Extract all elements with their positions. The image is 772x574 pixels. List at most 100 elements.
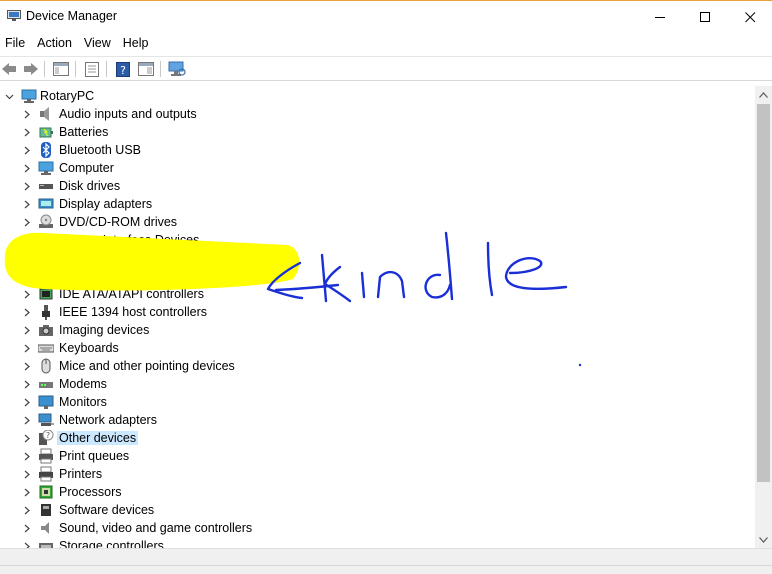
chevron-right-icon	[24, 344, 30, 352]
chevron-right-icon	[24, 398, 30, 406]
expand-button[interactable]	[22, 361, 32, 371]
expand-button[interactable]	[22, 505, 32, 515]
bluetooth-icon	[41, 142, 51, 158]
device-category[interactable]: Mice and other pointing devices	[0, 357, 755, 375]
scroll-down-button[interactable]	[755, 531, 772, 548]
expand-button[interactable]	[22, 145, 32, 155]
expand-button[interactable]	[22, 109, 32, 119]
sound-controller-icon	[41, 522, 49, 534]
expand-button[interactable]	[22, 523, 32, 533]
horizontal-scrollbar[interactable]	[0, 548, 772, 565]
expand-button[interactable]	[22, 343, 32, 353]
export-list-button[interactable]	[137, 60, 155, 78]
expand-button[interactable]	[22, 397, 32, 407]
vertical-scroll-thumb[interactable]	[757, 104, 770, 482]
device-category[interactable]: Print queues	[0, 447, 755, 465]
expand-button[interactable]	[22, 487, 32, 497]
device-manager-window: Device Manager File Action View Help ? R…	[0, 0, 772, 574]
vertical-scrollbar[interactable]	[755, 86, 772, 548]
device-category[interactable]: Sound, video and game controllers	[0, 519, 755, 537]
menu-view[interactable]: View	[78, 33, 117, 55]
device-category-label: Processors	[59, 485, 122, 499]
expand-button[interactable]	[22, 289, 32, 299]
device-category[interactable]: Monitors	[0, 393, 755, 411]
device-category[interactable]: Processors	[0, 483, 755, 501]
title-bar[interactable]: Device Manager	[0, 1, 772, 33]
print-queue-icon	[39, 448, 53, 464]
menu-action[interactable]: Action	[31, 33, 78, 55]
device-category[interactable]: IDE ATA/ATAPI controllers	[0, 285, 755, 303]
expand-button[interactable]	[22, 127, 32, 137]
expand-button[interactable]	[22, 379, 32, 389]
expand-button[interactable]	[22, 163, 32, 173]
expand-button[interactable]	[22, 469, 32, 479]
expand-button[interactable]	[22, 181, 32, 191]
expand-button[interactable]	[22, 541, 32, 548]
device-category-label: Monitors	[59, 395, 107, 409]
device-category[interactable]: Bluetooth USB	[0, 141, 755, 159]
device-category[interactable]: Keyboards	[0, 339, 755, 357]
device-category-label: Software devices	[59, 503, 155, 517]
device-category[interactable]: Disk drives	[0, 177, 755, 195]
expand-button[interactable]	[22, 433, 32, 443]
device-category[interactable]: Batteries	[0, 123, 755, 141]
unknown-device-icon: ?	[39, 430, 54, 445]
chevron-right-icon	[24, 182, 30, 190]
scan-hardware-button[interactable]	[168, 60, 186, 78]
expand-button[interactable]	[22, 415, 32, 425]
device-category[interactable]: IEEE 1394 host controllers	[0, 303, 755, 321]
device-category-label: Disk drives	[59, 179, 121, 193]
close-button[interactable]	[727, 1, 772, 33]
device-category[interactable]: ? Other devices	[0, 429, 755, 447]
properties-button[interactable]	[83, 60, 101, 78]
device-category-label: Display adapters	[59, 197, 153, 211]
device-category[interactable]: Storage controllers	[0, 537, 755, 548]
device-category-label: Keyboards	[59, 341, 119, 355]
device-category[interactable]: Software devices	[0, 501, 755, 519]
expand-button[interactable]	[22, 325, 32, 335]
device-category[interactable]: Computer	[0, 159, 755, 177]
device-category[interactable]: Audio inputs and outputs	[0, 105, 755, 123]
expand-button[interactable]	[22, 217, 32, 227]
back-button[interactable]	[0, 60, 18, 78]
minimize-button[interactable]	[637, 1, 683, 33]
device-item[interactable]: USB Input Device	[0, 267, 755, 285]
svg-text:?: ?	[120, 64, 126, 77]
network-adapter-icon	[38, 413, 54, 426]
device-category-label: Print queues	[59, 449, 130, 463]
tree-root[interactable]: RotaryPC	[0, 87, 755, 105]
device-category[interactable]: Printers	[0, 465, 755, 483]
collapse-button[interactable]	[22, 235, 32, 245]
help-button[interactable]: ?	[114, 60, 132, 78]
maximize-button[interactable]	[682, 1, 728, 33]
computer-icon	[21, 89, 37, 103]
printer-icon	[39, 466, 53, 482]
chevron-right-icon	[24, 200, 30, 208]
device-category[interactable]: Imaging devices	[0, 321, 755, 339]
menu-file[interactable]: File	[0, 33, 31, 55]
expand-button[interactable]	[22, 199, 32, 209]
device-category[interactable]: Network adapters	[0, 411, 755, 429]
device-category-label: Modems	[59, 377, 107, 391]
show-hide-console-tree-button[interactable]	[52, 60, 70, 78]
device-category-label: Bluetooth USB	[59, 143, 141, 157]
properties-icon	[85, 61, 99, 77]
toolbar-separator	[106, 61, 107, 77]
chevron-right-icon	[24, 146, 30, 154]
scroll-up-button[interactable]	[755, 86, 772, 103]
forward-button[interactable]	[22, 60, 40, 78]
modem-icon	[39, 382, 53, 388]
expand-button[interactable]	[22, 307, 32, 317]
device-item-label: HID-compliant vendor-defined device	[78, 251, 284, 265]
menu-help[interactable]: Help	[117, 33, 155, 55]
device-category[interactable]: DVD/CD-ROM drives	[0, 213, 755, 231]
device-category[interactable]: Display adapters	[0, 195, 755, 213]
expand-button[interactable]	[22, 451, 32, 461]
device-category[interactable]: Human Interface Devices	[0, 231, 755, 249]
collapse-chevron-icon[interactable]	[4, 91, 14, 101]
toolbar: ?	[0, 56, 772, 81]
svg-text:?: ?	[46, 431, 50, 440]
chevron-right-icon	[24, 128, 30, 136]
device-category[interactable]: Modems	[0, 375, 755, 393]
device-item[interactable]: HID-compliant vendor-defined device	[0, 249, 755, 267]
